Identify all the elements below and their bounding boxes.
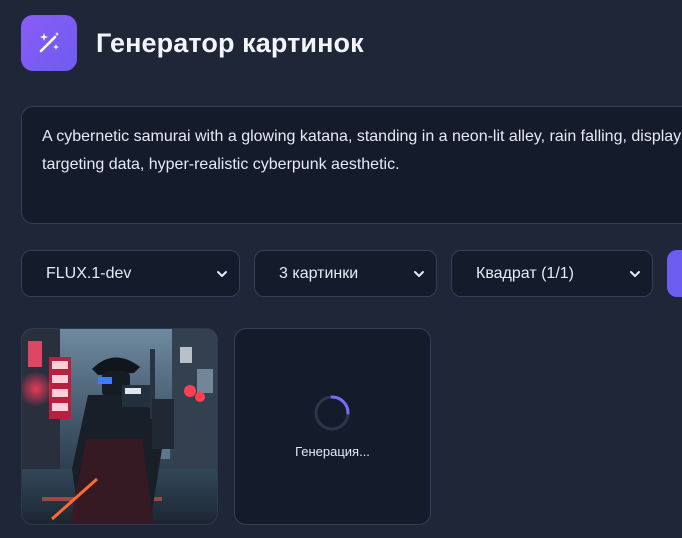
count-select-value: 3 картинки xyxy=(279,264,359,282)
chevron-down-icon xyxy=(217,271,227,277)
app-page: Генератор картинок A cybernetic samurai … xyxy=(0,0,682,538)
logo xyxy=(21,15,77,71)
generated-image xyxy=(22,329,217,524)
model-select[interactable]: FLUX.1-dev xyxy=(21,250,240,297)
loading-text: Генерация... xyxy=(295,444,370,459)
loading-spinner-icon xyxy=(314,395,350,431)
chevron-down-icon xyxy=(414,271,424,277)
model-select-value: FLUX.1-dev xyxy=(46,264,132,282)
magic-wand-icon xyxy=(39,32,59,53)
page-title: Генератор картинок xyxy=(96,27,364,58)
count-select[interactable]: 3 картинки xyxy=(254,250,437,297)
header: Генератор картинок xyxy=(21,15,364,71)
generating-card: Генерация... xyxy=(234,328,431,525)
aspect-ratio-select-value: Квадрат (1/1) xyxy=(476,264,574,282)
generated-image-card[interactable] xyxy=(21,328,218,525)
chevron-down-icon xyxy=(630,271,640,277)
aspect-ratio-select[interactable]: Квадрат (1/1) xyxy=(451,250,653,297)
prompt-textarea[interactable]: A cybernetic samurai with a glowing kata… xyxy=(21,106,682,224)
generate-button[interactable] xyxy=(667,250,682,297)
